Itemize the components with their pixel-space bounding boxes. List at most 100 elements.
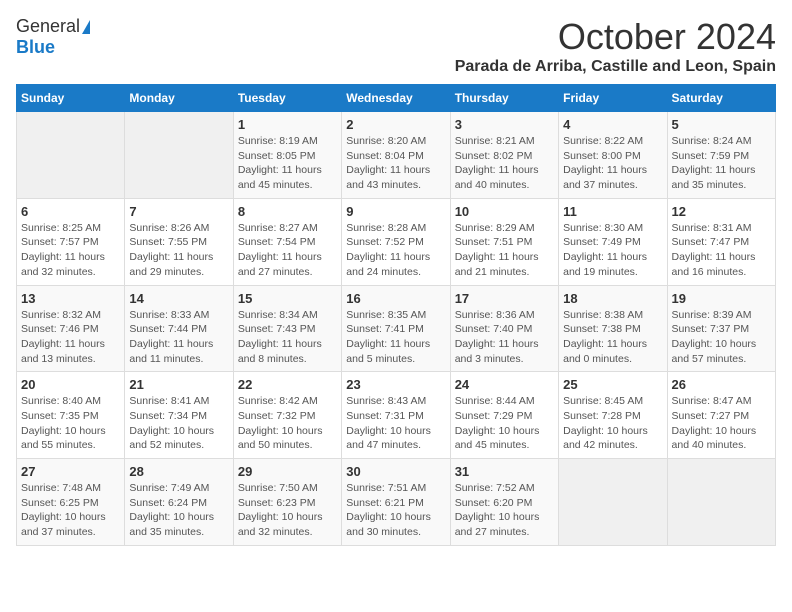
day-detail: Sunrise: 8:26 AM Sunset: 7:55 PM Dayligh… (129, 221, 228, 280)
day-header-sunday: Sunday (17, 85, 125, 112)
day-number: 10 (455, 204, 554, 219)
day-number: 8 (238, 204, 337, 219)
day-number: 27 (21, 464, 120, 479)
calendar-cell: 26Sunrise: 8:47 AM Sunset: 7:27 PM Dayli… (667, 372, 775, 459)
day-number: 14 (129, 291, 228, 306)
day-header-friday: Friday (559, 85, 667, 112)
day-number: 22 (238, 377, 337, 392)
day-number: 6 (21, 204, 120, 219)
day-header-thursday: Thursday (450, 85, 558, 112)
day-number: 29 (238, 464, 337, 479)
calendar-cell: 2 Sunrise: 8:20 AM Sunset: 8:04 PM Daylig… (342, 112, 450, 199)
day-number: 1 (238, 117, 337, 132)
day-detail: Sunrise: 8:41 AM Sunset: 7:34 PM Dayligh… (129, 394, 228, 453)
calendar-cell: 31Sunrise: 7:52 AM Sunset: 6:20 PM Dayli… (450, 459, 558, 546)
week-row-2: 6Sunrise: 8:25 AM Sunset: 7:57 PM Daylig… (17, 198, 776, 285)
calendar-cell: 14 Sunrise: 8:33 AM Sunset: 7:44 PM Dayli… (125, 285, 233, 372)
day-detail: Sunrise: 8:28 AM Sunset: 7:52 PM Dayligh… (346, 221, 445, 280)
month-title: October 2024 (455, 16, 776, 58)
day-number: 2 (346, 117, 445, 132)
calendar-cell (17, 112, 125, 199)
calendar-cell: 24 Sunrise: 8:44 AM Sunset: 7:29 PM Dayli… (450, 372, 558, 459)
calendar-cell: 30 Sunrise: 7:51 AM Sunset: 6:21 PM Dayli… (342, 459, 450, 546)
day-number: 15 (238, 291, 337, 306)
day-detail: Sunrise: 8:34 AM Sunset: 7:43 PM Dayligh… (238, 308, 337, 367)
week-row-3: 13Sunrise: 8:32 AM Sunset: 7:46 PM Dayli… (17, 285, 776, 372)
calendar-cell: 29 Sunrise: 7:50 AM Sunset: 6:23 PM Dayli… (233, 459, 341, 546)
day-headers: SundayMondayTuesdayWednesdayThursdayFrid… (17, 85, 776, 112)
calendar-cell: 23Sunrise: 8:43 AM Sunset: 7:31 PM Dayli… (342, 372, 450, 459)
calendar-cell (667, 459, 775, 546)
day-detail: Sunrise: 7:51 AM Sunset: 6:21 PM Dayligh… (346, 481, 445, 540)
calendar-cell: 10 Sunrise: 8:29 AM Sunset: 7:51 PM Dayli… (450, 198, 558, 285)
day-number: 19 (672, 291, 771, 306)
calendar-cell: 6Sunrise: 8:25 AM Sunset: 7:57 PM Daylig… (17, 198, 125, 285)
calendar-cell: 9 Sunrise: 8:28 AM Sunset: 7:52 PM Daylig… (342, 198, 450, 285)
calendar-cell: 19 Sunrise: 8:39 AM Sunset: 7:37 PM Dayli… (667, 285, 775, 372)
day-detail: Sunrise: 8:20 AM Sunset: 8:04 PM Dayligh… (346, 134, 445, 193)
calendar-cell: 8 Sunrise: 8:27 AM Sunset: 7:54 PM Daylig… (233, 198, 341, 285)
calendar-cell: 28 Sunrise: 7:49 AM Sunset: 6:24 PM Dayli… (125, 459, 233, 546)
location-title: Parada de Arriba, Castille and Leon, Spa… (455, 58, 776, 76)
day-detail: Sunrise: 8:40 AM Sunset: 7:35 PM Dayligh… (21, 394, 120, 453)
day-number: 11 (563, 204, 662, 219)
calendar-table: SundayMondayTuesdayWednesdayThursdayFrid… (16, 84, 776, 546)
calendar-cell: 25 Sunrise: 8:45 AM Sunset: 7:28 PM Dayli… (559, 372, 667, 459)
day-detail: Sunrise: 8:38 AM Sunset: 7:38 PM Dayligh… (563, 308, 662, 367)
day-number: 4 (563, 117, 662, 132)
day-detail: Sunrise: 8:45 AM Sunset: 7:28 PM Dayligh… (563, 394, 662, 453)
calendar-cell: 27 Sunrise: 7:48 AM Sunset: 6:25 PM Dayli… (17, 459, 125, 546)
logo-general: General (16, 16, 80, 37)
day-number: 9 (346, 204, 445, 219)
calendar-cell: 1Sunrise: 8:19 AM Sunset: 8:05 PM Daylig… (233, 112, 341, 199)
day-number: 7 (129, 204, 228, 219)
calendar-cell: 20 Sunrise: 8:40 AM Sunset: 7:35 PM Dayli… (17, 372, 125, 459)
calendar-cell: 16 Sunrise: 8:35 AM Sunset: 7:41 PM Dayli… (342, 285, 450, 372)
day-number: 13 (21, 291, 120, 306)
day-detail: Sunrise: 8:30 AM Sunset: 7:49 PM Dayligh… (563, 221, 662, 280)
day-detail: Sunrise: 7:52 AM Sunset: 6:20 PM Dayligh… (455, 481, 554, 540)
day-number: 21 (129, 377, 228, 392)
calendar-cell: 4Sunrise: 8:22 AM Sunset: 8:00 PM Daylig… (559, 112, 667, 199)
day-number: 28 (129, 464, 228, 479)
day-detail: Sunrise: 7:49 AM Sunset: 6:24 PM Dayligh… (129, 481, 228, 540)
day-detail: Sunrise: 8:29 AM Sunset: 7:51 PM Dayligh… (455, 221, 554, 280)
day-number: 5 (672, 117, 771, 132)
title-area: October 2024 Parada de Arriba, Castille … (455, 16, 776, 76)
day-detail: Sunrise: 7:48 AM Sunset: 6:25 PM Dayligh… (21, 481, 120, 540)
day-detail: Sunrise: 8:27 AM Sunset: 7:54 PM Dayligh… (238, 221, 337, 280)
day-header-tuesday: Tuesday (233, 85, 341, 112)
day-number: 18 (563, 291, 662, 306)
day-number: 25 (563, 377, 662, 392)
calendar-cell: 3Sunrise: 8:21 AM Sunset: 8:02 PM Daylig… (450, 112, 558, 199)
day-detail: Sunrise: 8:39 AM Sunset: 7:37 PM Dayligh… (672, 308, 771, 367)
header: General Blue October 2024 Parada de Arri… (16, 16, 776, 76)
calendar-cell: 13Sunrise: 8:32 AM Sunset: 7:46 PM Dayli… (17, 285, 125, 372)
calendar-cell: 17 Sunrise: 8:36 AM Sunset: 7:40 PM Dayli… (450, 285, 558, 372)
day-number: 17 (455, 291, 554, 306)
day-detail: Sunrise: 7:50 AM Sunset: 6:23 PM Dayligh… (238, 481, 337, 540)
week-row-1: 1Sunrise: 8:19 AM Sunset: 8:05 PM Daylig… (17, 112, 776, 199)
day-detail: Sunrise: 8:31 AM Sunset: 7:47 PM Dayligh… (672, 221, 771, 280)
day-header-saturday: Saturday (667, 85, 775, 112)
day-number: 20 (21, 377, 120, 392)
calendar-cell: 18 Sunrise: 8:38 AM Sunset: 7:38 PM Dayli… (559, 285, 667, 372)
day-detail: Sunrise: 8:36 AM Sunset: 7:40 PM Dayligh… (455, 308, 554, 367)
day-detail: Sunrise: 8:44 AM Sunset: 7:29 PM Dayligh… (455, 394, 554, 453)
day-detail: Sunrise: 8:24 AM Sunset: 7:59 PM Dayligh… (672, 134, 771, 193)
day-number: 30 (346, 464, 445, 479)
day-number: 24 (455, 377, 554, 392)
calendar-cell (559, 459, 667, 546)
calendar-cell: 7 Sunrise: 8:26 AM Sunset: 7:55 PM Daylig… (125, 198, 233, 285)
day-detail: Sunrise: 8:42 AM Sunset: 7:32 PM Dayligh… (238, 394, 337, 453)
calendar-cell: 11 Sunrise: 8:30 AM Sunset: 7:49 PM Dayli… (559, 198, 667, 285)
day-detail: Sunrise: 8:33 AM Sunset: 7:44 PM Dayligh… (129, 308, 228, 367)
day-number: 16 (346, 291, 445, 306)
calendar-cell: 5 Sunrise: 8:24 AM Sunset: 7:59 PM Daylig… (667, 112, 775, 199)
day-detail: Sunrise: 8:35 AM Sunset: 7:41 PM Dayligh… (346, 308, 445, 367)
logo: General Blue (16, 16, 90, 58)
day-header-wednesday: Wednesday (342, 85, 450, 112)
day-number: 23 (346, 377, 445, 392)
day-number: 12 (672, 204, 771, 219)
logo-blue: Blue (16, 37, 55, 58)
